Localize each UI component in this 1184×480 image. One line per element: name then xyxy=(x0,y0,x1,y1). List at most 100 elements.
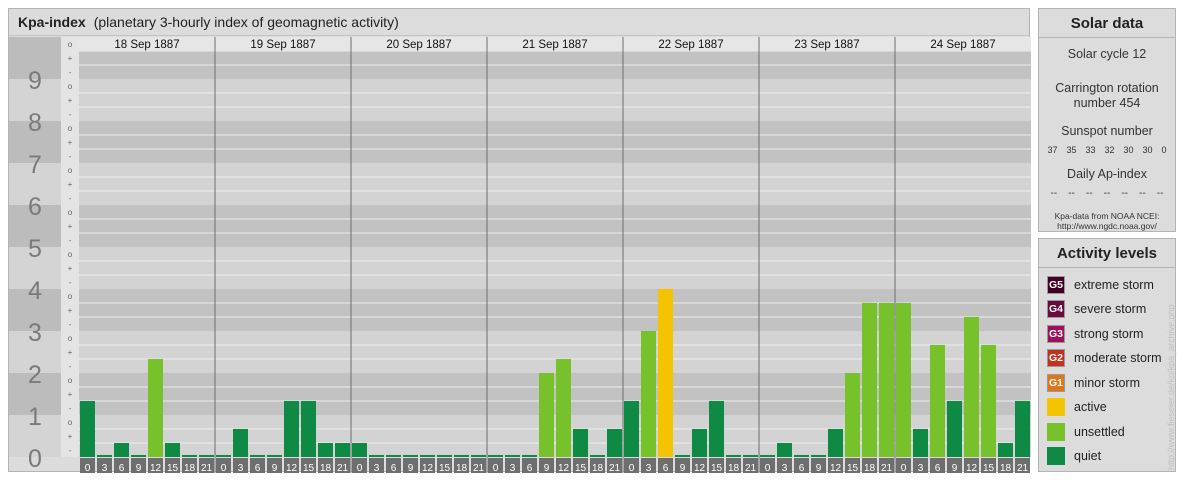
kp-bar xyxy=(454,455,469,457)
y-sub-tick: + xyxy=(68,264,73,273)
legend-item-quiet: quiet xyxy=(1047,446,1101,466)
kp-bar xyxy=(199,455,214,457)
legend-item-moderate-storm: G2 moderate storm xyxy=(1047,348,1162,368)
interval-start-label: 6 xyxy=(119,463,125,473)
legend-item-strong-storm: G3 strong storm xyxy=(1047,324,1143,344)
kp-bar xyxy=(335,443,350,457)
kp-bar xyxy=(981,344,996,457)
kp-bar xyxy=(590,455,605,457)
legend-item-severe-storm: G4 severe storm xyxy=(1047,299,1146,319)
kp-bar xyxy=(964,317,979,457)
kp-bar xyxy=(114,443,129,457)
kp-bar xyxy=(641,331,656,457)
interval-start-label: 6 xyxy=(935,463,941,473)
ap-index-value: -- xyxy=(1085,188,1093,199)
plot-band xyxy=(79,205,1031,247)
kp-bar xyxy=(879,302,894,457)
interval-start-label: 3 xyxy=(374,463,380,473)
kp-bar xyxy=(131,455,146,457)
kp-bar xyxy=(624,401,639,457)
carrington-rotation-number: number 454 xyxy=(1073,96,1141,110)
interval-start-label: 3 xyxy=(646,463,652,473)
y-sub-tick: - xyxy=(69,110,72,119)
day-label: 23 Sep 1887 xyxy=(794,39,859,51)
interval-start-label: 12 xyxy=(558,463,570,473)
y-tick-label: 9 xyxy=(28,67,42,95)
interval-start-label: 6 xyxy=(799,463,805,473)
interval-start-label: 21 xyxy=(881,463,893,473)
kp-bar xyxy=(182,455,197,457)
y-sub-tick: + xyxy=(68,348,73,357)
y-sub-tick: o xyxy=(68,166,73,175)
y-sub-tick: o xyxy=(68,208,73,217)
interval-start-label: 12 xyxy=(422,463,434,473)
y-tick-label: 2 xyxy=(28,361,42,389)
y-sub-tick: o xyxy=(68,124,73,133)
legend-swatch: G4 xyxy=(1047,300,1065,318)
kp-bar xyxy=(777,443,792,457)
interval-start-label: 12 xyxy=(966,463,978,473)
y-sub-tick: + xyxy=(68,306,73,315)
interval-start-label: 9 xyxy=(272,463,278,473)
interval-start-label: 9 xyxy=(544,463,550,473)
interval-start-label: 12 xyxy=(830,463,842,473)
kp-bar xyxy=(471,455,486,457)
ap-index-value: -- xyxy=(1139,188,1146,199)
kp-bar xyxy=(709,401,724,457)
sunspot-value: 33 xyxy=(1085,145,1096,155)
y-tick-label: 1 xyxy=(28,403,42,431)
y-sub-tick: - xyxy=(69,404,72,413)
kp-bar xyxy=(811,455,826,457)
legend-swatch xyxy=(1047,423,1065,441)
legend-item-extreme-storm: G5 extreme storm xyxy=(1047,275,1154,295)
plot-band xyxy=(79,121,1031,163)
kp-bar xyxy=(998,443,1013,457)
interval-start-label: 3 xyxy=(510,463,516,473)
kp-bar xyxy=(386,455,401,457)
interval-start-label: 9 xyxy=(680,463,686,473)
y-sub-tick: + xyxy=(68,390,73,399)
kpa-chart-panel: 0 1 2 3 4 5 6 7 8 9 o + - o + - o + - o + - o + - o + - o + - o + - o + - o + -… xyxy=(8,8,1031,473)
legend-item-unsettled: unsettled xyxy=(1047,422,1125,442)
y-sub-tick: o xyxy=(68,292,73,301)
kp-bar xyxy=(1015,401,1030,457)
interval-start-label: 21 xyxy=(609,463,621,473)
kp-bar xyxy=(862,302,877,457)
kp-bar xyxy=(420,455,435,457)
kp-bar xyxy=(250,455,265,457)
kp-bar xyxy=(148,359,163,457)
kp-bar xyxy=(556,359,571,457)
kp-bar xyxy=(216,455,231,457)
kp-bar xyxy=(301,401,316,457)
chart-title-bar: Kpa-index (planetary 3-hourly index of ge… xyxy=(9,9,1029,36)
ap-index-value: -- xyxy=(1103,188,1111,199)
interval-start-label: 18 xyxy=(592,463,604,473)
interval-start-label: 6 xyxy=(663,463,669,473)
interval-start-label: 0 xyxy=(493,463,499,473)
interval-start-label: 18 xyxy=(864,463,876,473)
legend-swatch xyxy=(1047,398,1065,416)
legend-label: moderate storm xyxy=(1074,351,1162,365)
day-label: 20 Sep 1887 xyxy=(386,39,451,51)
interval-start-label: 9 xyxy=(136,463,142,473)
ap-index-value: -- xyxy=(1121,188,1128,199)
interval-start-label: 3 xyxy=(238,463,244,473)
interval-start-label: 6 xyxy=(391,463,397,473)
y-sub-tick: + xyxy=(68,138,73,147)
kpa-bar-chart: 0123456789o+-o+-o+-o+-o+-o+-o+-o+-o+-o+-… xyxy=(9,37,1031,473)
legend-label: unsettled xyxy=(1074,425,1125,439)
y-sub-tick: o xyxy=(68,40,73,49)
data-source-url: http://www.ngdc.noaa.gov/ xyxy=(1057,221,1157,231)
legend-item-active: active xyxy=(1047,397,1107,417)
carrington-rotation-label: Carrington rotation xyxy=(1055,81,1159,95)
interval-start-label: 12 xyxy=(150,463,162,473)
interval-start-label: 18 xyxy=(456,463,468,473)
day-label: 24 Sep 1887 xyxy=(930,39,995,51)
day-label: 18 Sep 1887 xyxy=(114,39,179,51)
kp-bar xyxy=(165,443,180,457)
interval-start-label: 0 xyxy=(85,463,91,473)
sunspot-value: 30 xyxy=(1123,145,1134,155)
kp-bar xyxy=(692,428,707,457)
kp-bar xyxy=(352,443,367,457)
interval-start-label: 21 xyxy=(201,463,213,473)
